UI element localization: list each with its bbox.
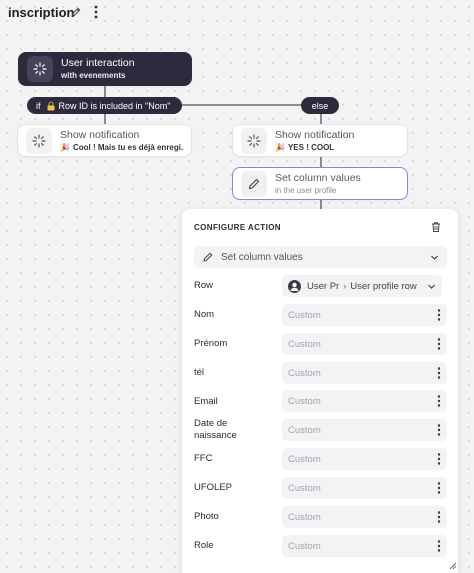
trigger-title: User interaction — [61, 57, 135, 69]
set-column-subtitle: in the user profile — [275, 185, 337, 195]
party-icon: 🎉 — [275, 142, 285, 152]
action-type-select[interactable]: Set column values — [194, 246, 447, 268]
sparkle-icon — [241, 127, 267, 154]
field-placeholder: Custom — [288, 395, 321, 407]
row-select[interactable]: User Pr › User profile row — [282, 275, 442, 297]
left-notification-node[interactable]: Show notification 🎉 Cool ! Mais tu es dé… — [17, 124, 192, 157]
pencil-icon — [203, 252, 213, 262]
field-input-prenom[interactable]: Custom — [282, 333, 447, 355]
field-input-email[interactable]: Custom — [282, 390, 447, 412]
lock-icon — [47, 100, 54, 110]
condition-if-text: Row ID is included in "Nom" — [58, 100, 171, 111]
row-select-table: User Pr — [307, 280, 340, 292]
field-label-email: Email — [194, 396, 218, 407]
avatar-icon — [288, 279, 301, 293]
field-input-ffc[interactable]: Custom — [282, 448, 447, 470]
field-input-ufolep[interactable]: Custom — [282, 477, 447, 499]
kebab-icon[interactable] — [437, 366, 441, 380]
field-input-nom[interactable]: Custom — [282, 304, 447, 326]
right-notification-node[interactable]: Show notification 🎉 YES ! COOL — [232, 124, 408, 157]
flow-title: inscription — [8, 5, 75, 20]
set-column-title: Set column values — [275, 171, 361, 184]
field-placeholder: Custom — [288, 424, 321, 436]
kebab-icon[interactable] — [437, 452, 441, 466]
trigger-node[interactable]: User interaction with evenements — [18, 52, 192, 86]
field-placeholder: Custom — [288, 511, 321, 523]
kebab-icon[interactable] — [437, 423, 441, 437]
set-column-node[interactable]: Set column values in the user profile — [232, 167, 408, 200]
row-label: Row — [194, 280, 214, 291]
configure-action-panel: CONFIGURE ACTION Set column values Row U… — [182, 209, 458, 573]
field-placeholder: Custom — [288, 367, 321, 379]
kebab-icon[interactable] — [437, 481, 441, 495]
sparkle-icon — [26, 127, 52, 154]
action-type-value: Set column values — [221, 251, 303, 263]
field-label-role: Role — [194, 540, 214, 551]
field-label-tel: tél — [194, 367, 205, 378]
sparkle-icon — [27, 56, 53, 82]
chevron-down-icon — [428, 284, 435, 289]
pencil-icon[interactable] — [70, 6, 82, 18]
right-notification-subtitle: YES ! COOL — [287, 142, 335, 152]
trash-icon[interactable] — [430, 221, 442, 233]
field-label-date-de-naissance: Date de naissance — [194, 418, 237, 441]
field-placeholder: Custom — [288, 540, 321, 552]
field-placeholder: Custom — [288, 309, 321, 321]
condition-if-prefix: if — [36, 100, 41, 111]
row-select-value: User profile row — [350, 280, 417, 292]
condition-if-pill[interactable]: if Row ID is included in "Nom" — [27, 97, 182, 114]
chevron-right-icon: › — [343, 281, 347, 291]
field-label-ufolep: UFOLEP — [194, 482, 233, 493]
left-notification-subtitle: Cool ! Mais tu es déjà enregi... — [72, 142, 183, 152]
condition-else-pill[interactable]: else — [301, 97, 339, 114]
field-label-nom: Nom — [194, 309, 215, 320]
kebab-icon[interactable] — [437, 337, 441, 351]
trigger-subtitle: with evenements — [61, 71, 126, 80]
right-notification-title: Show notification — [275, 128, 355, 141]
left-notification-title: Show notification — [60, 128, 140, 141]
kebab-icon[interactable] — [437, 510, 441, 524]
party-icon: 🎉 — [60, 142, 70, 152]
chevron-down-icon — [431, 255, 438, 260]
field-input-role[interactable]: Custom — [282, 535, 447, 557]
field-input-date-de-naissance[interactable]: Custom — [282, 419, 447, 441]
kebab-icon[interactable] — [437, 394, 441, 408]
resize-handle-icon[interactable] — [448, 561, 457, 570]
kebab-icon[interactable] — [437, 539, 441, 553]
field-placeholder: Custom — [288, 338, 321, 350]
kebab-icon[interactable] — [92, 4, 100, 20]
field-placeholder: Custom — [288, 482, 321, 494]
panel-title: CONFIGURE ACTION — [194, 223, 281, 232]
field-label-photo: Photo — [194, 511, 219, 522]
field-label-prenom: Prénom — [194, 338, 228, 349]
condition-else-text: else — [311, 100, 329, 111]
field-placeholder: Custom — [288, 453, 321, 465]
pencil-icon — [241, 170, 267, 197]
field-input-photo[interactable]: Custom — [282, 506, 447, 528]
field-label-ffc: FFC — [194, 453, 213, 464]
kebab-icon[interactable] — [437, 308, 441, 322]
field-input-tel[interactable]: Custom — [282, 362, 447, 384]
